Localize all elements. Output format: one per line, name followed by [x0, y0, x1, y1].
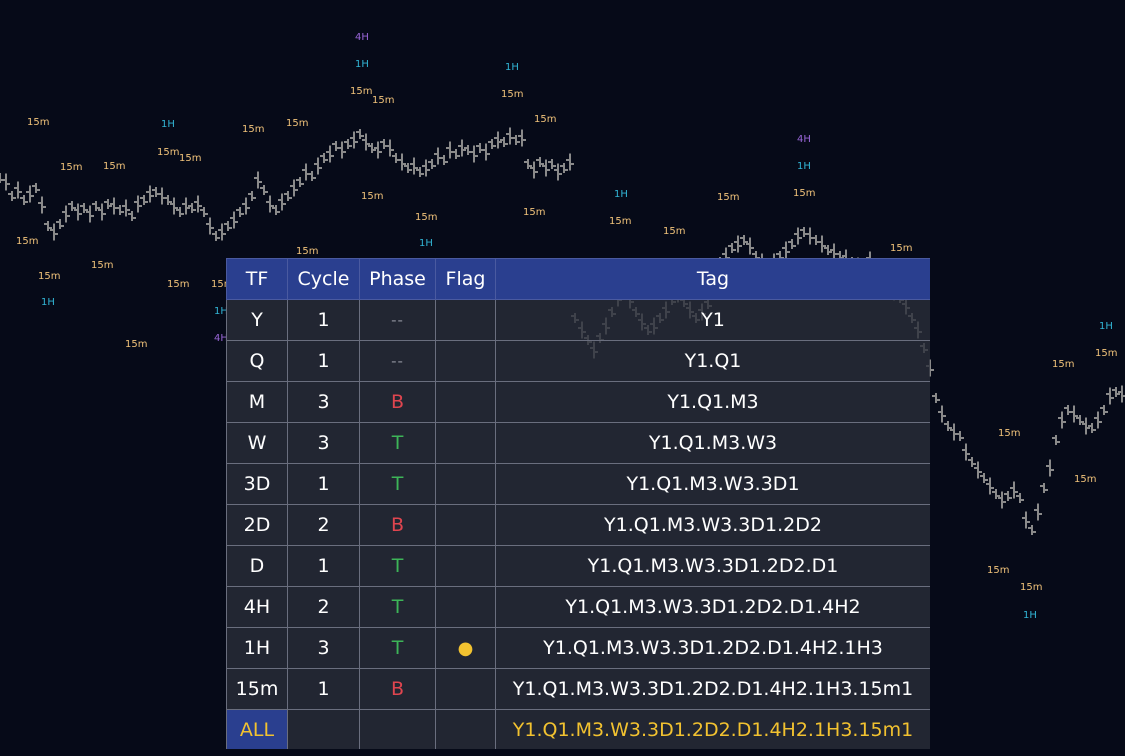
tag-cell-all: Y1.Q1.M3.W3.3D1.2D2.D1.4H2.1H3.15m1 [495, 709, 930, 749]
table-header-row: TF Cycle Phase Flag Tag [226, 258, 930, 300]
tf-cell: Y [226, 299, 288, 341]
table-row: 15m 1 B Y1.Q1.M3.W3.3D1.2D2.D1.4H2.1H3.1… [226, 668, 930, 710]
table-row: 2D 2 B Y1.Q1.M3.W3.3D1.2D2 [226, 504, 930, 546]
cycle-cell: 1 [287, 299, 360, 341]
flag-cell [435, 340, 496, 382]
tag-cell: Y1.Q1.M3.W3.3D1.2D2.D1.4H2.1H3 [495, 627, 930, 669]
flag-cell [435, 381, 496, 423]
flag-cell [435, 463, 496, 505]
tag-cell: Y1.Q1.M3.W3.3D1 [495, 463, 930, 505]
header-flag: Flag [435, 258, 496, 300]
table-row: 1H 3 T ● Y1.Q1.M3.W3.3D1.2D2.D1.4H2.1H3 [226, 627, 930, 669]
flag-dot-icon: ● [435, 627, 496, 669]
tf-cell: 4H [226, 586, 288, 628]
header-cycle: Cycle [287, 258, 360, 300]
table-row: D 1 T Y1.Q1.M3.W3.3D1.2D2.D1 [226, 545, 930, 587]
tf-cell-all: ALL [226, 709, 288, 749]
flag-cell [435, 709, 496, 749]
phase-cell: T [359, 627, 436, 669]
cycle-cell: 3 [287, 381, 360, 423]
cycle-cell: 1 [287, 668, 360, 710]
cycle-cell: 3 [287, 627, 360, 669]
flag-cell [435, 504, 496, 546]
phase-cell: B [359, 668, 436, 710]
tf-cell: 2D [226, 504, 288, 546]
flag-cell [435, 545, 496, 587]
cycle-cell: 3 [287, 422, 360, 464]
tag-cell: Y1.Q1.M3 [495, 381, 930, 423]
flag-cell [435, 586, 496, 628]
flag-cell [435, 422, 496, 464]
tag-cell: Y1.Q1.M3.W3.3D1.2D2.D1 [495, 545, 930, 587]
cycle-cell: 1 [287, 340, 360, 382]
tag-cell: Y1.Q1.M3.W3.3D1.2D2.D1.4H2 [495, 586, 930, 628]
header-phase: Phase [359, 258, 436, 300]
table-row: Y 1 -- Y1 [226, 299, 930, 341]
phase-cell: T [359, 545, 436, 587]
tf-cell: 15m [226, 668, 288, 710]
tf-cell: Q [226, 340, 288, 382]
table-row: Q 1 -- Y1.Q1 [226, 340, 930, 382]
tf-cell: 1H [226, 627, 288, 669]
cycle-cell: 1 [287, 545, 360, 587]
cycle-cell: 2 [287, 504, 360, 546]
header-tag: Tag [495, 258, 930, 300]
phase-cell [359, 709, 436, 749]
table-row-all: ALL Y1.Q1.M3.W3.3D1.2D2.D1.4H2.1H3.15m1 [226, 709, 930, 749]
cycle-state-table: TF Cycle Phase Flag Tag Y 1 -- Y1 Q 1 --… [226, 258, 930, 749]
tf-cell: M [226, 381, 288, 423]
tf-cell: W [226, 422, 288, 464]
tag-cell: Y1.Q1.M3.W3.3D1.2D2 [495, 504, 930, 546]
tf-cell: 3D [226, 463, 288, 505]
tf-cell: D [226, 545, 288, 587]
cycle-cell: 1 [287, 463, 360, 505]
flag-cell [435, 668, 496, 710]
phase-cell: T [359, 586, 436, 628]
phase-cell: B [359, 381, 436, 423]
phase-cell: -- [359, 299, 436, 341]
cycle-state-panel: TF Cycle Phase Flag Tag Y 1 -- Y1 Q 1 --… [226, 258, 930, 749]
phase-cell: T [359, 422, 436, 464]
table-row: W 3 T Y1.Q1.M3.W3 [226, 422, 930, 464]
phase-cell: T [359, 463, 436, 505]
table-row: 4H 2 T Y1.Q1.M3.W3.3D1.2D2.D1.4H2 [226, 586, 930, 628]
table-row: 3D 1 T Y1.Q1.M3.W3.3D1 [226, 463, 930, 505]
chart-stage[interactable]: 4H 1H 15m 15m 1H 15m 15m 15m 1H 15m 15m 15m 15m 15m 15… [0, 0, 1125, 756]
table-row: M 3 B Y1.Q1.M3 [226, 381, 930, 423]
flag-cell [435, 299, 496, 341]
phase-cell: -- [359, 340, 436, 382]
cycle-cell [287, 709, 360, 749]
tag-cell: Y1.Q1 [495, 340, 930, 382]
tag-cell: Y1 [495, 299, 930, 341]
phase-cell: B [359, 504, 436, 546]
cycle-cell: 2 [287, 586, 360, 628]
tag-cell: Y1.Q1.M3.W3.3D1.2D2.D1.4H2.1H3.15m1 [495, 668, 930, 710]
header-tf: TF [226, 258, 288, 300]
tag-cell: Y1.Q1.M3.W3 [495, 422, 930, 464]
